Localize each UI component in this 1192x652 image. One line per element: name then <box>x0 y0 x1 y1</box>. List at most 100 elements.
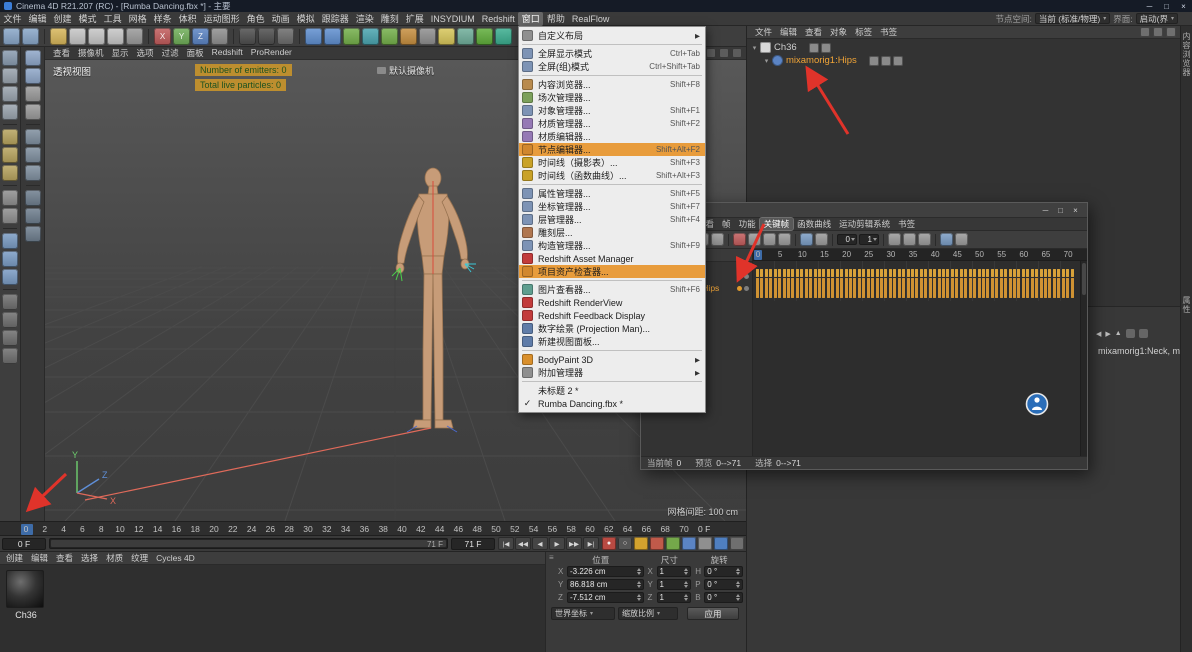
spinner-icon[interactable] <box>637 568 641 575</box>
timeline-range-slider[interactable]: 71 F <box>49 538 448 549</box>
keyframe-tick[interactable] <box>924 269 927 277</box>
playback-settings-button[interactable] <box>730 537 744 550</box>
record-keyframe-icon[interactable] <box>733 233 746 246</box>
spline-pen-icon[interactable] <box>25 50 41 66</box>
add-light-icon[interactable] <box>438 28 455 45</box>
interpolation-spline-icon[interactable] <box>888 233 901 246</box>
value-field[interactable]: 1 <box>657 566 692 577</box>
add-environment-icon[interactable] <box>457 28 474 45</box>
material-manager-menu-item[interactable]: 纹理 <box>127 552 152 564</box>
window-menu-item[interactable]: 属性管理器...Shift+F5 <box>519 187 705 200</box>
viewport-menu-item[interactable]: 面板 <box>183 47 208 59</box>
viewport-menu-item[interactable]: ProRender <box>247 47 296 59</box>
camera-label[interactable]: 默认摄像机 <box>377 64 434 77</box>
keyframe-tick[interactable] <box>898 278 901 298</box>
main-ruler[interactable]: 0 F 024681012141618202224262830323436384… <box>0 521 746 536</box>
undo-icon[interactable] <box>3 28 20 45</box>
record-rotation-button[interactable] <box>682 537 696 550</box>
menubar-item[interactable]: 帮助 <box>543 12 568 26</box>
panel-menu-icon[interactable]: ≡ <box>549 553 554 562</box>
window-menu-item[interactable]: 坐标管理器...Shift+F7 <box>519 200 705 213</box>
keyframe-tick[interactable] <box>1066 278 1069 298</box>
keyframe-tick[interactable] <box>884 269 887 277</box>
keyframe-tick[interactable] <box>1013 269 1016 277</box>
keyframe-tick[interactable] <box>880 269 883 277</box>
add-spline-icon[interactable] <box>324 28 341 45</box>
view-label[interactable]: 透视视图 <box>53 64 91 78</box>
keyframe-tick[interactable] <box>853 278 856 298</box>
interpolation-linear-icon[interactable] <box>903 233 916 246</box>
magnet-snap-icon[interactable] <box>815 233 828 246</box>
spinner-icon[interactable] <box>736 594 740 601</box>
keyframe-tick[interactable] <box>1071 269 1074 277</box>
value-field[interactable]: -7.512 cm <box>567 592 644 603</box>
spinner-icon[interactable] <box>736 568 740 575</box>
rotate-icon[interactable] <box>107 28 124 45</box>
content-browser-tab[interactable]: 内容浏览器 <box>1181 32 1192 77</box>
object-manager-item[interactable]: ▾Ch36 <box>747 41 1180 54</box>
keyframe-tick[interactable] <box>1031 269 1034 277</box>
timeline-menu-item[interactable]: 函数曲线 <box>793 218 835 230</box>
material-manager-menu-item[interactable]: 材质 <box>102 552 127 564</box>
snap-keys-icon[interactable] <box>800 233 813 246</box>
keyframe-tick[interactable] <box>778 269 781 277</box>
window-menu-item[interactable]: Redshift RenderView <box>519 296 705 309</box>
keyframe-tick[interactable] <box>902 269 905 277</box>
hud-toggle-icon[interactable] <box>25 226 41 242</box>
keyframe-tick[interactable] <box>964 269 967 277</box>
tag-icon[interactable] <box>893 56 903 66</box>
texture-mode-icon[interactable] <box>2 86 18 102</box>
enable-axis-icon[interactable] <box>2 190 18 206</box>
keyframe-tick[interactable] <box>889 269 892 277</box>
keyframe-tick[interactable] <box>791 278 794 298</box>
keyframe-tick[interactable] <box>858 278 861 298</box>
delete-keyframe-icon[interactable] <box>748 233 761 246</box>
material-item[interactable]: Ch36 <box>6 570 539 620</box>
viewport-menu-item[interactable]: 查看 <box>49 47 74 59</box>
insydium-icon[interactable] <box>495 28 512 45</box>
keyframe-tick[interactable] <box>1062 278 1065 298</box>
keyframe-tick[interactable] <box>924 278 927 298</box>
window-menu-item[interactable]: Redshift Feedback Display <box>519 309 705 322</box>
menubar-item[interactable]: 动画 <box>268 12 293 26</box>
history-back-icon[interactable]: ◀ <box>1096 330 1101 338</box>
magnify-tool-icon[interactable] <box>25 104 41 120</box>
keyframe-tick[interactable] <box>995 278 998 298</box>
add-camera-icon[interactable] <box>419 28 436 45</box>
keyframe-tick[interactable] <box>796 269 799 277</box>
window-menu-item[interactable]: Redshift Asset Manager <box>519 252 705 265</box>
window-menu-item[interactable]: 材质管理器...Shift+F2 <box>519 117 705 130</box>
keyframe-tick[interactable] <box>783 278 786 298</box>
menubar-item[interactable]: 样条 <box>150 12 175 26</box>
expand-caret-icon[interactable]: ▾ <box>750 44 759 52</box>
keyframe-tick[interactable] <box>884 278 887 298</box>
keyframe-tick[interactable] <box>902 278 905 298</box>
keyframe-tick[interactable] <box>769 269 772 277</box>
timeline-minimize-button[interactable]: ─ <box>1038 206 1053 215</box>
keyframe-tick[interactable] <box>964 278 967 298</box>
object-manager-menu-item[interactable]: 书签 <box>876 26 901 38</box>
keyframe-tick[interactable] <box>1026 269 1029 277</box>
viewport-solo-icon[interactable] <box>2 208 18 224</box>
keyframe-tick[interactable] <box>765 278 768 298</box>
keyframe-tick[interactable] <box>876 269 879 277</box>
window-menu-item[interactable]: 全屏显示模式Ctrl+Tab <box>519 47 705 60</box>
spinner-icon[interactable] <box>684 594 688 601</box>
material-manager-menu-item[interactable]: 选择 <box>77 552 102 564</box>
tag-icon[interactable] <box>881 56 891 66</box>
keyframe-selection-button[interactable] <box>634 537 648 550</box>
timeline-menu-item[interactable]: 帧 <box>718 218 735 230</box>
apply-button[interactable]: 应用 <box>687 607 739 620</box>
menubar-item[interactable]: 体积 <box>175 12 200 26</box>
menubar-item[interactable]: 雕刻 <box>377 12 402 26</box>
keyframe-tick[interactable] <box>783 269 786 277</box>
viewport-menu-item[interactable]: 显示 <box>108 47 133 59</box>
record-parameter-button[interactable] <box>698 537 712 550</box>
keyframe-dot-icon[interactable] <box>737 274 742 279</box>
keyframe-tick[interactable] <box>1026 278 1029 298</box>
keyframe-tick[interactable] <box>845 269 848 277</box>
keyframe-tick[interactable] <box>982 269 985 277</box>
record-position-button[interactable] <box>650 537 664 550</box>
spinner-icon[interactable] <box>736 581 740 588</box>
object-manager-menu-item[interactable]: 查看 <box>801 26 826 38</box>
